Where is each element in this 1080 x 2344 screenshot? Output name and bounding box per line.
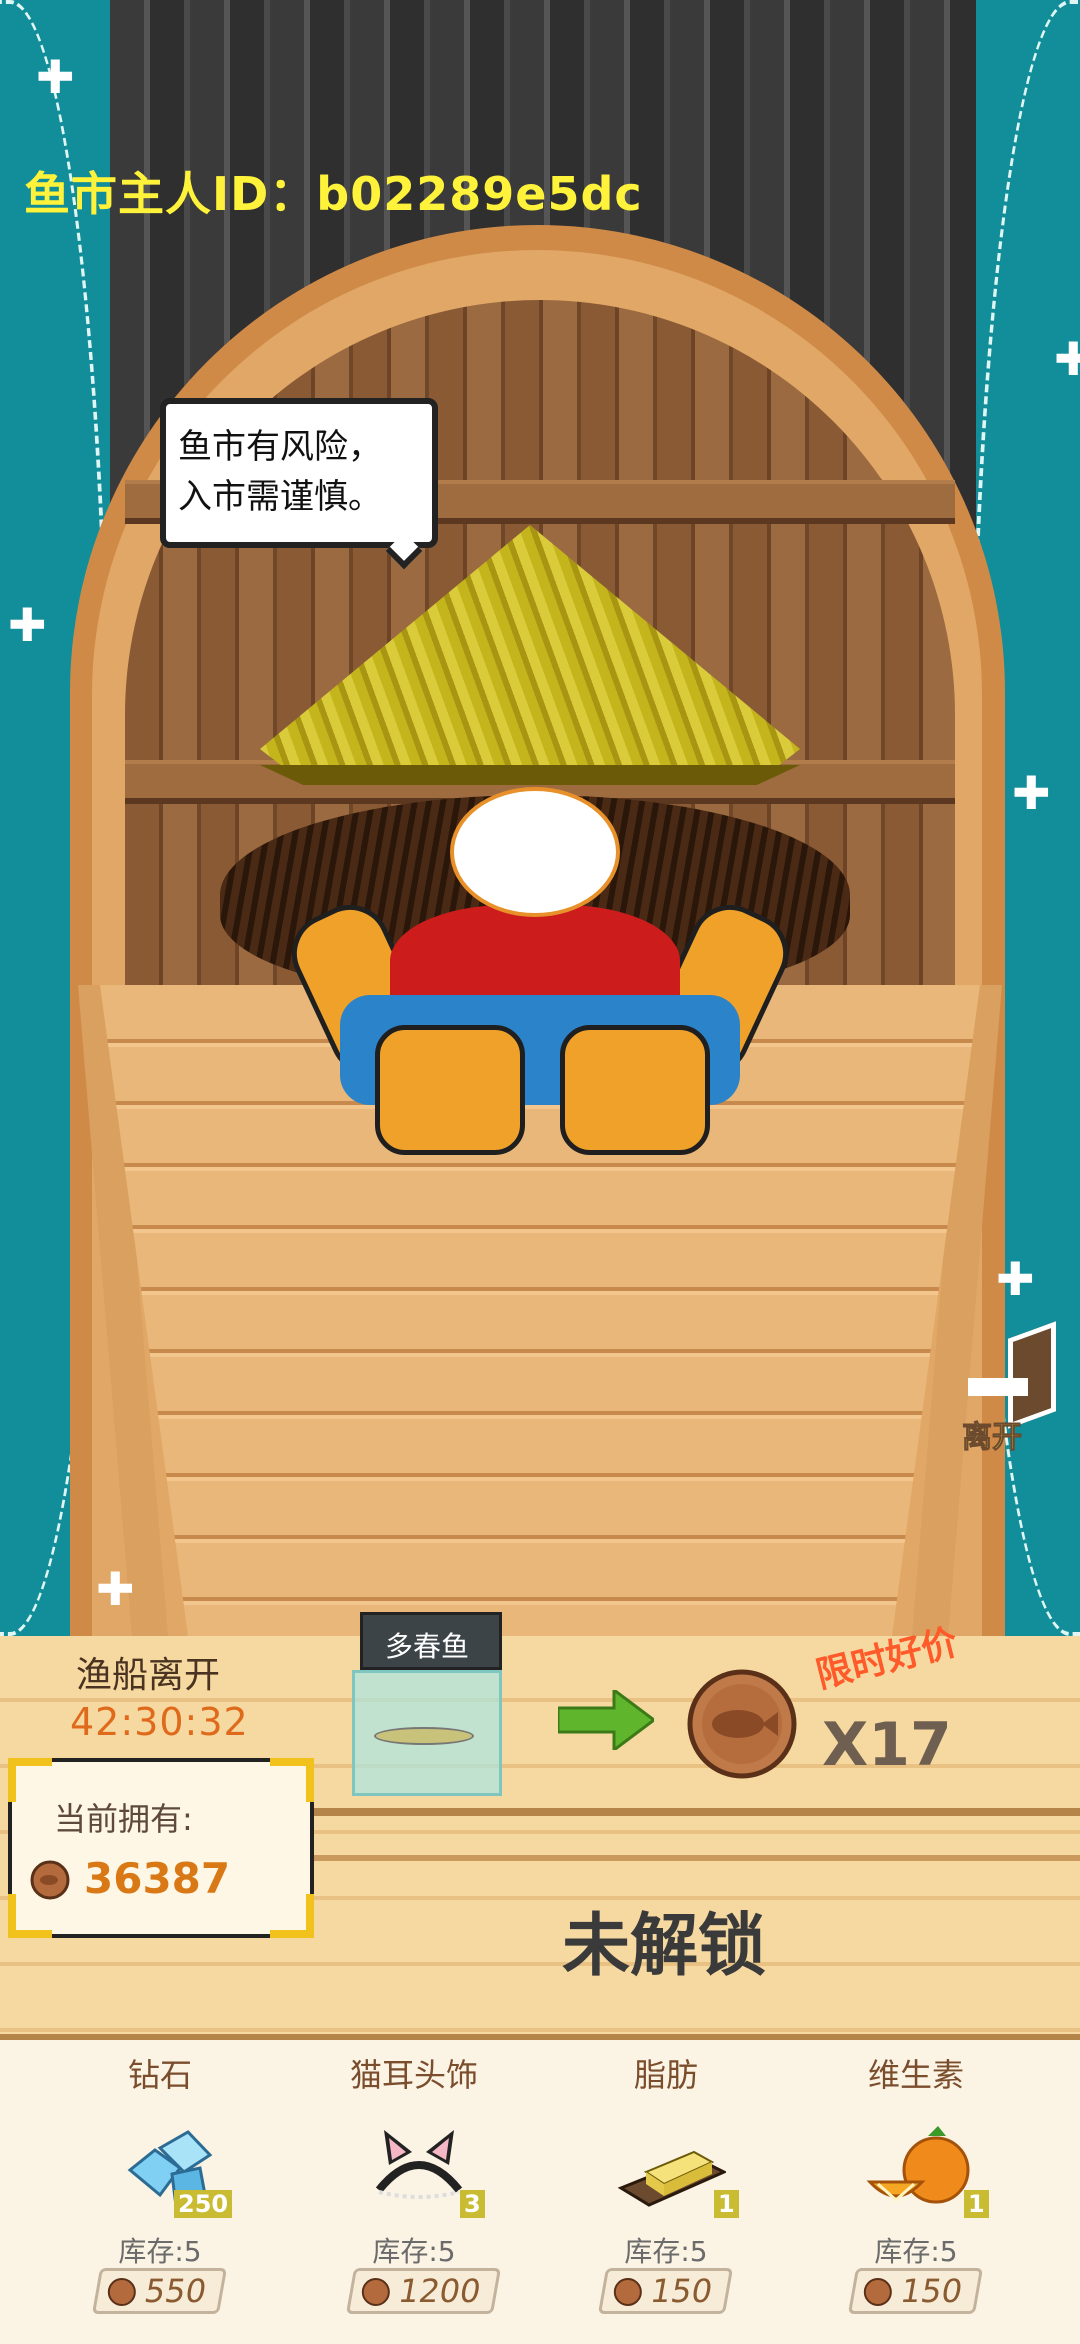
fish-offer-box[interactable]: 多春鱼 xyxy=(352,1612,502,1796)
leave-button[interactable]: 离开 xyxy=(958,1321,1066,1456)
wallet-label: 当前拥有: xyxy=(54,1800,193,1838)
speech-line-1: 鱼市有风险， xyxy=(178,427,382,467)
fish-box-lid: 多春鱼 xyxy=(360,1612,502,1670)
sparkle-icon: ✚ xyxy=(96,1562,135,1616)
straw-hat-brim xyxy=(260,765,800,785)
sparkle-icon: ✚ xyxy=(8,598,47,652)
item-price: 150 xyxy=(897,2272,966,2310)
fish-icon xyxy=(374,1727,474,1745)
item-stock: 库存:5 xyxy=(874,2235,958,2268)
shop-item-vitamin[interactable]: 维生素 1 库存:5 150 xyxy=(796,2050,1036,2344)
item-stock: 库存:5 xyxy=(372,2235,456,2268)
cat-merchant[interactable] xyxy=(220,525,850,1165)
sparkle-icon: ✚ xyxy=(36,50,75,104)
item-stock: 库存:5 xyxy=(624,2235,708,2268)
locked-label: 未解锁 xyxy=(562,1907,767,1986)
fish-coin-icon xyxy=(30,1860,70,1900)
item-price-button[interactable]: 1200 xyxy=(345,2268,502,2314)
item-name: 脂肪 xyxy=(633,2056,698,2094)
leave-label: 离开 xyxy=(962,1420,1023,1456)
wallet-amount: 36387 xyxy=(84,1854,231,1903)
fish-coin-icon xyxy=(361,2278,390,2306)
sparkle-icon: ✚ xyxy=(996,1252,1035,1306)
item-price-button[interactable]: 550 xyxy=(91,2268,228,2314)
vitamin-icon xyxy=(866,2126,970,2204)
item-stock: 库存:5 xyxy=(118,2235,202,2268)
cat-paw-right xyxy=(560,1025,710,1155)
cat-paw-left xyxy=(375,1025,525,1155)
cat-face xyxy=(450,787,620,917)
wallet-card: 当前拥有: 36387 xyxy=(8,1758,314,1938)
fish-name: 多春鱼 xyxy=(385,1630,470,1663)
offer-price: X17 xyxy=(822,1710,952,1780)
fish-coin-icon xyxy=(863,2278,892,2306)
item-price-button[interactable]: 150 xyxy=(847,2268,984,2314)
panel-divider xyxy=(300,1808,1080,1816)
fish-coin-icon xyxy=(687,1669,797,1779)
boat-departure-timer: 42:30:32 xyxy=(70,1700,249,1744)
item-quantity-badge: 250 xyxy=(174,2190,233,2218)
item-name: 维生素 xyxy=(867,2056,964,2094)
arrow-right-icon xyxy=(558,1690,654,1750)
item-price: 550 xyxy=(141,2272,210,2310)
cat-ear-headband-icon xyxy=(375,2130,463,2199)
item-price: 150 xyxy=(647,2272,716,2310)
shop-item-fat[interactable]: 脂肪 1 库存:5 150 xyxy=(546,2050,786,2344)
item-quantity-badge: 1 xyxy=(714,2190,739,2218)
item-name: 钻石 xyxy=(127,2056,192,2094)
item-price: 1200 xyxy=(395,2272,484,2310)
fish-market-scene: ✚ ✚ ✚ ✚ ✚ ✚ 鱼市有风险， 入市需谨慎。 离开 xyxy=(0,0,1080,1636)
owner-id: 鱼市主人ID：b02289e5dc xyxy=(24,167,643,221)
speech-line-2: 入市需谨慎。 xyxy=(178,477,382,517)
sparkle-icon: ✚ xyxy=(1012,766,1051,820)
straw-hat xyxy=(260,525,800,783)
sparkle-icon: ✚ xyxy=(1054,332,1080,386)
panel-divider xyxy=(300,1855,1080,1861)
fish-coin-icon xyxy=(107,2278,136,2306)
speech-bubble: 鱼市有风险， 入市需谨慎。 xyxy=(160,398,438,548)
arrow-icon xyxy=(968,1378,1028,1396)
item-quantity-badge: 3 xyxy=(460,2190,485,2218)
fat-icon xyxy=(617,2150,726,2207)
item-quantity-badge: 1 xyxy=(964,2190,989,2218)
shop-item-diamond[interactable]: 钻石 250 库存:5 550 xyxy=(40,2050,280,2344)
boat-departure-label: 渔船离开 xyxy=(76,1655,221,1696)
fish-coin-icon xyxy=(613,2278,642,2306)
item-name: 猫耳头饰 xyxy=(349,2056,478,2094)
shop-item-cat-ear-headband[interactable]: 猫耳头饰 3 库存:5 1200 xyxy=(294,2050,534,2344)
item-price-button[interactable]: 150 xyxy=(597,2268,734,2314)
